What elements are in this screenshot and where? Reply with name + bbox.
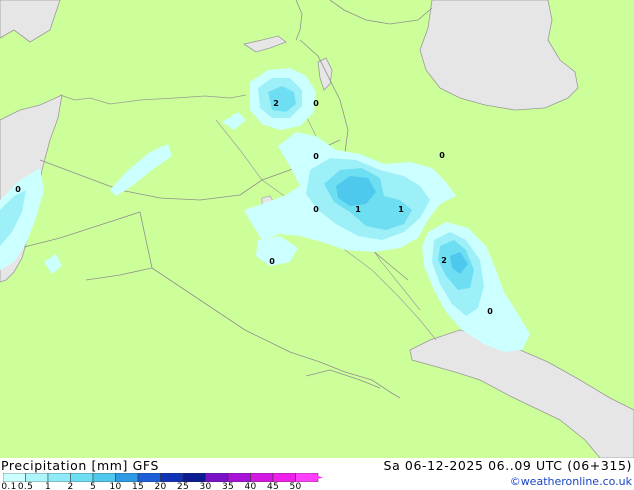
colorbar-segment bbox=[115, 473, 139, 482]
colorbar-segment bbox=[25, 473, 49, 482]
contour-label: 1 bbox=[355, 205, 361, 214]
contour-label: 0 bbox=[487, 307, 493, 316]
contour-label: 2 bbox=[441, 256, 447, 265]
colorbar-tick-label: 50 bbox=[289, 482, 302, 490]
colorbar-tick-label: 25 bbox=[176, 482, 190, 490]
colorbar-segment bbox=[227, 473, 251, 482]
contour-label: 0 bbox=[313, 205, 319, 214]
contour-label: 0 bbox=[269, 257, 275, 266]
contour-label: 1 bbox=[398, 205, 404, 214]
colorbar-segment bbox=[160, 473, 184, 482]
colorbar-tick-label: 30 bbox=[199, 482, 212, 490]
colorbar-segment bbox=[272, 473, 296, 482]
colorbar-segment bbox=[250, 473, 274, 482]
precipitation-colorbar bbox=[3, 473, 333, 482]
colorbar-tick-label: 40 bbox=[244, 482, 257, 490]
contour-label: 0 bbox=[439, 151, 445, 160]
colorbar-segment bbox=[92, 473, 116, 482]
colorbar-segment bbox=[137, 473, 161, 482]
colorbar-tick-label: 35 bbox=[221, 482, 235, 490]
colorbar-tick-label: 20 bbox=[154, 482, 167, 490]
colorbar-segment bbox=[3, 473, 26, 482]
valid-time: Sa 06-12-2025 06..09 UTC (06+315) bbox=[383, 458, 632, 473]
colorbar-tick-label: 15 bbox=[131, 482, 145, 490]
colorbar-ticks: 0.1 0.5 1 2 5 10 15 20 25 30 35 40 45 50 bbox=[0, 482, 340, 490]
credit-link[interactable]: ©weatheronline.co.uk bbox=[510, 475, 632, 488]
map-footer: Precipitation [mm] GFS Sa 06-12-2025 06.… bbox=[0, 458, 634, 490]
contour-label: 0 bbox=[15, 185, 21, 194]
contour-label: 0 bbox=[313, 99, 319, 108]
colorbar-tick-label: 2 bbox=[67, 482, 74, 490]
contour-label: 0 bbox=[313, 152, 319, 161]
colorbar-tick-label: 10 bbox=[109, 482, 122, 490]
colorbar-tick-label: 5 bbox=[89, 482, 97, 490]
weather-map-app: 2 0 0 0 0 1 1 0 2 0 0 Precipitation [mm]… bbox=[0, 0, 634, 490]
colorbar-segment bbox=[182, 473, 206, 482]
colorbar-tick-label: 1 bbox=[44, 482, 52, 490]
colorbar-tick-label: 0.5 bbox=[17, 482, 34, 490]
contour-label: 2 bbox=[273, 99, 279, 108]
colorbar-segment bbox=[70, 473, 94, 482]
colorbar-tick-label: 45 bbox=[266, 482, 280, 490]
precipitation-map: 2 0 0 0 0 1 1 0 2 0 0 bbox=[0, 0, 634, 458]
colorbar-tick-label: 0.1 bbox=[1, 482, 17, 490]
colorbar-segment bbox=[47, 473, 71, 482]
product-title: Precipitation [mm] GFS bbox=[1, 458, 159, 473]
colorbar-segment bbox=[205, 473, 229, 482]
